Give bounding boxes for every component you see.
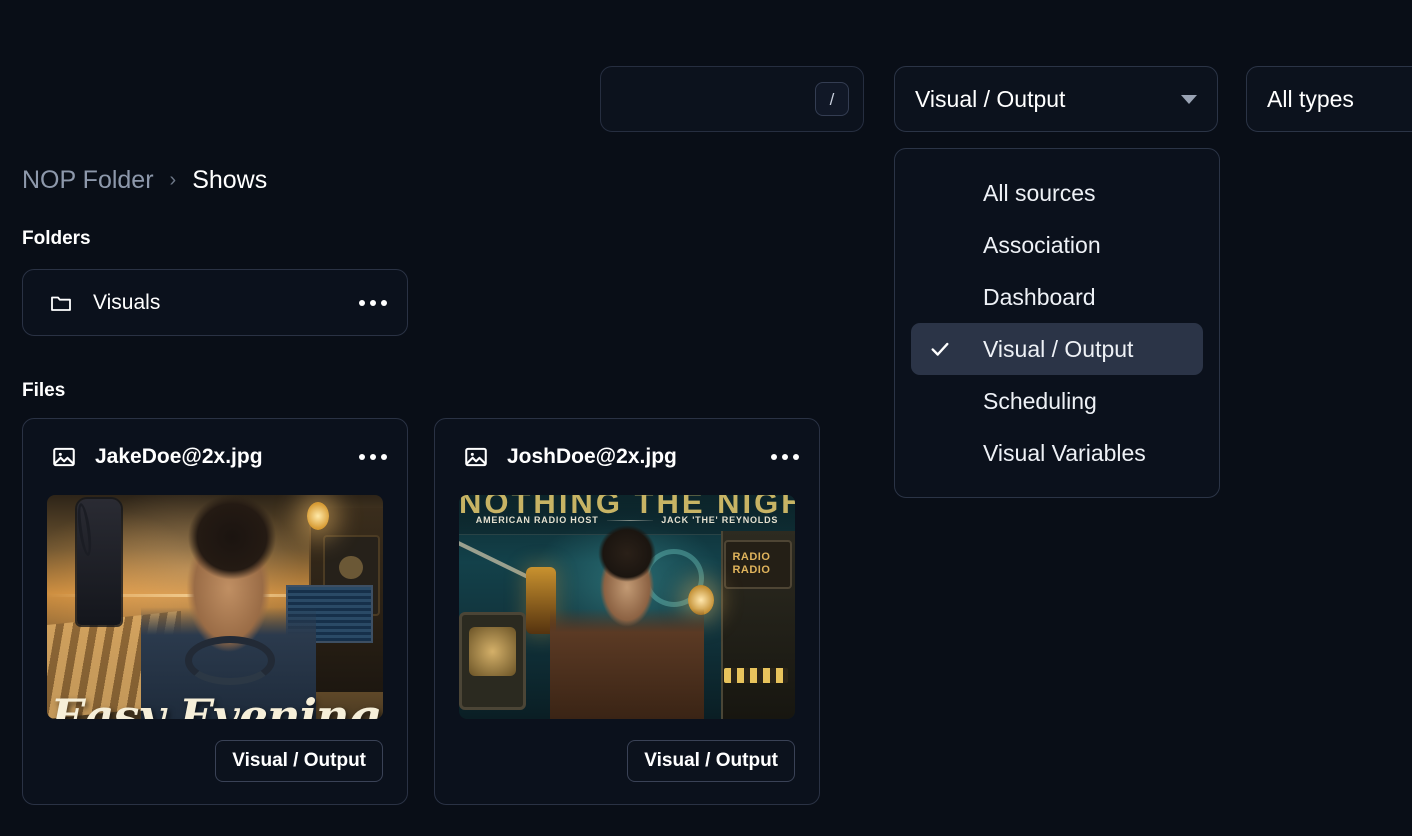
file-card-joshdoe[interactable]: JoshDoe@2x.jpg NOTHING THE NIGHT AMERICA… <box>434 418 820 805</box>
folder-name: Visuals <box>93 290 161 314</box>
more-options-icon[interactable] <box>359 454 387 460</box>
vintage-tv-shape <box>459 611 527 711</box>
file-browser-screen: / Visual / Output All types All sources … <box>0 0 1412 836</box>
chevron-down-icon <box>1181 94 1197 104</box>
dropdown-item-visual-output[interactable]: Visual / Output <box>911 323 1203 375</box>
dropdown-item-scheduling[interactable]: Scheduling <box>911 375 1203 427</box>
dropdown-item-label: Scheduling <box>983 387 1097 414</box>
microphone-shape <box>74 499 121 625</box>
file-card-footer: Visual / Output <box>23 717 407 804</box>
dropdown-item-association[interactable]: Association <box>911 219 1203 271</box>
folder-card-visuals[interactable]: Visuals <box>22 269 408 336</box>
dropdown-item-all-sources[interactable]: All sources <box>911 167 1203 219</box>
file-card-jakedoe[interactable]: JakeDoe@2x.jpg Easy Evening Visual / Out… <box>22 418 408 805</box>
divider-rule <box>606 519 654 521</box>
folders-section-title: Folders <box>22 228 91 249</box>
host-portrait-shape <box>141 495 316 719</box>
files-section-title: Files <box>22 380 66 401</box>
type-filter-select[interactable]: All types <box>1246 66 1412 132</box>
dropdown-item-label: Visual / Output <box>983 335 1134 362</box>
source-filter-dropdown[interactable]: All sources Association Dashboard Visual… <box>894 148 1220 498</box>
breadcrumb-root[interactable]: NOP Folder <box>22 166 154 195</box>
dropdown-item-dashboard[interactable]: Dashboard <box>911 271 1203 323</box>
host-portrait-shape <box>549 521 705 719</box>
file-name: JoshDoe@2x.jpg <box>507 445 677 468</box>
file-card-header: JakeDoe@2x.jpg <box>23 419 407 495</box>
folder-icon <box>51 296 71 311</box>
file-thumbnail: NOTHING THE NIGHT AMERICAN RADIO HOST JA… <box>459 495 795 719</box>
search-shortcut-key[interactable]: / <box>815 82 849 116</box>
dropdown-item-label: All sources <box>983 179 1096 206</box>
dropdown-item-label: Visual Variables <box>983 439 1146 466</box>
radio-device-label: RADIO RADIO <box>724 539 792 590</box>
more-options-icon[interactable] <box>771 454 799 460</box>
image-icon <box>53 447 75 467</box>
breadcrumb-current: Shows <box>192 166 268 194</box>
file-card-footer: Visual / Output <box>435 717 819 804</box>
dropdown-item-visual-variables[interactable]: Visual Variables <box>911 427 1203 479</box>
type-filter-value: All types <box>1267 85 1354 112</box>
more-options-icon[interactable] <box>359 299 387 306</box>
source-filter-value: Visual / Output <box>915 85 1066 112</box>
led-meter-shape <box>724 667 789 684</box>
breadcrumb: NOP Folder › Shows <box>22 166 267 195</box>
status-badge: Visual / Output <box>627 739 795 782</box>
file-thumbnail: Easy Evening <box>47 495 383 719</box>
file-card-header: JoshDoe@2x.jpg <box>435 419 819 495</box>
breadcrumb-separator-icon: › <box>169 169 177 191</box>
image-icon <box>465 447 487 467</box>
dropdown-item-label: Dashboard <box>983 283 1096 310</box>
thumbnail-overlay-title: Easy Evening <box>50 688 380 719</box>
dropdown-item-label: Association <box>983 231 1101 258</box>
top-toolbar: / Visual / Output All types <box>0 66 1412 132</box>
source-filter-select[interactable]: Visual / Output <box>894 66 1218 132</box>
status-badge: Visual / Output <box>215 739 383 782</box>
file-name: JakeDoe@2x.jpg <box>95 445 263 468</box>
search-input[interactable]: / <box>600 66 864 132</box>
check-icon <box>931 342 949 356</box>
